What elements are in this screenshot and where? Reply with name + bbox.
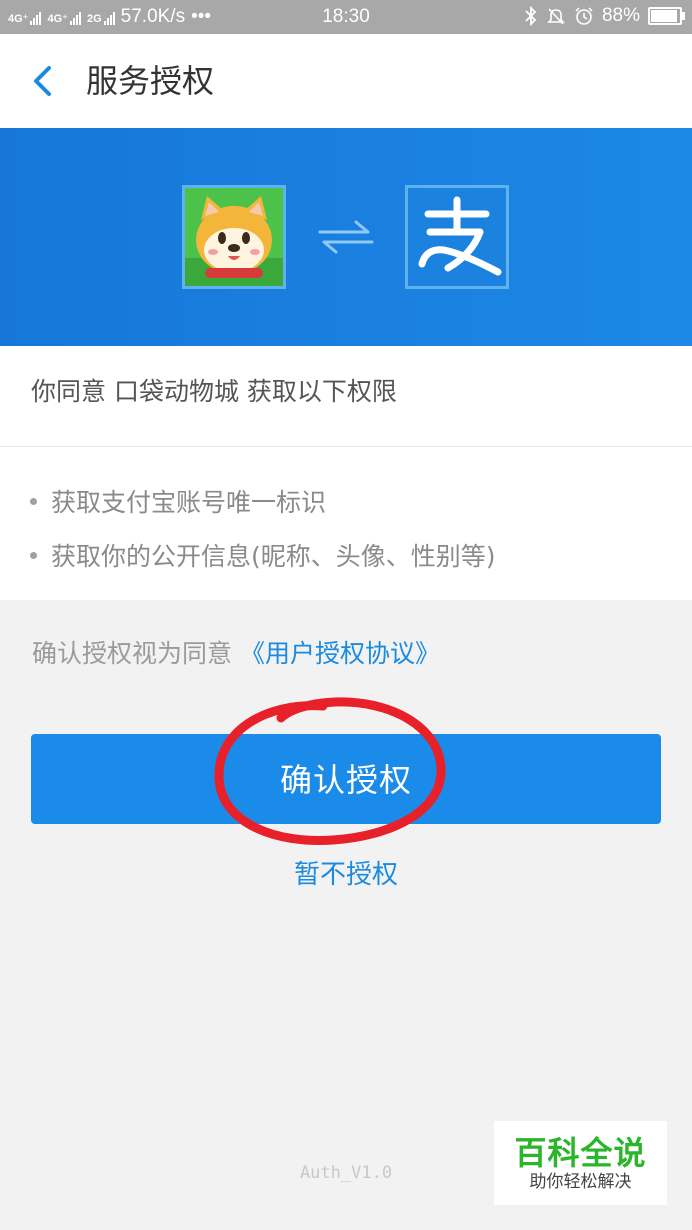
watermark-subtitle: 助你轻松解决 [529, 1172, 632, 1192]
battery-percent: 88% [601, 5, 640, 26]
permission-list: 获取支付宝账号唯一标识 获取你的公开信息(昵称、头像、性别等) [30, 474, 496, 582]
chevron-left-icon [34, 66, 51, 96]
permission-item: 获取你的公开信息(昵称、头像、性别等) [30, 528, 496, 582]
skip-authorize-link[interactable]: 暂不授权 [0, 854, 692, 891]
shiba-dog-app-icon [182, 185, 286, 289]
battery-level [651, 10, 678, 22]
auth-banner [0, 128, 692, 346]
mute-bell-icon [547, 8, 565, 25]
permission-label: 获取你的公开信息(昵称、头像、性别等) [51, 542, 496, 571]
battery-icon [648, 7, 685, 25]
bullet-dot-icon [30, 497, 37, 505]
bluetooth-icon [525, 6, 537, 26]
back-button[interactable] [22, 56, 68, 106]
red-annotation-circle [214, 697, 446, 845]
agreement-prefix: 确认授权视为同意 [32, 639, 233, 668]
app-icon-art [185, 188, 283, 286]
alipay-logo-art [418, 196, 502, 276]
exchange-arrows-icon [318, 220, 374, 254]
alipay-logo-icon [405, 185, 509, 289]
watermark-title: 百科全说 [514, 1134, 647, 1172]
divider [0, 446, 692, 447]
alarm-icon [575, 7, 593, 25]
agreement-notice: 确认授权视为同意 《用户授权协议》 [32, 634, 440, 670]
permission-item: 获取支付宝账号唯一标识 [30, 474, 496, 528]
user-agreement-link[interactable]: 《用户授权协议》 [240, 639, 440, 668]
status-bar: 4G⁺ 4G⁺ 2G 57.0K/s ••• 18:30 88% [0, 0, 692, 34]
permission-label: 获取支付宝账号唯一标识 [51, 488, 327, 517]
consent-panel: 你同意 口袋动物城 获取以下权限 获取支付宝账号唯一标识 获取你的公开信息(昵称… [0, 346, 692, 600]
watermark-logo: 百科全说 助你轻松解决 [494, 1121, 667, 1205]
header-bar: 服务授权 [0, 34, 692, 128]
consent-statement: 你同意 口袋动物城 获取以下权限 [31, 377, 397, 406]
bullet-dot-icon [30, 551, 37, 559]
page-title: 服务授权 [86, 62, 215, 100]
status-right: 88% [524, 5, 685, 27]
